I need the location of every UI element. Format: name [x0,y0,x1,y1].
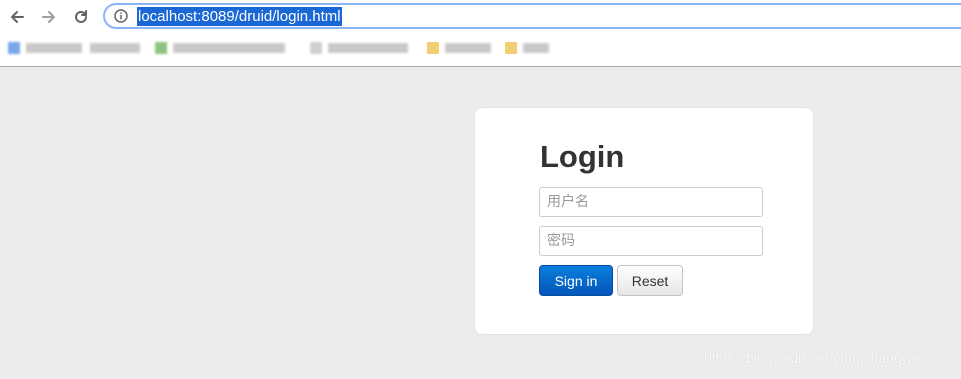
folder-icon [505,42,517,54]
bookmark-item[interactable] [310,41,408,55]
bookmark-folder[interactable] [505,41,549,55]
password-input[interactable] [539,226,763,256]
bookmark-icon [8,42,20,54]
reset-button[interactable]: Reset [617,265,683,296]
bookmark-item[interactable] [90,41,140,55]
back-button[interactable] [6,6,28,28]
bookmark-folder[interactable] [427,41,491,55]
bookmark-item[interactable] [8,41,82,55]
sign-in-button[interactable]: Sign in [539,265,613,296]
address-bar[interactable]: localhost:8089/druid/login.html [103,3,961,29]
bookmarks-bar [0,38,961,60]
login-title: Login [540,139,625,174]
reload-button[interactable] [70,6,92,28]
browser-toolbar: localhost:8089/druid/login.html [0,0,961,67]
bookmark-icon [310,42,322,54]
arrow-right-icon [42,11,55,23]
username-input[interactable] [539,187,763,217]
arrow-left-icon [11,11,24,23]
url-text[interactable]: localhost:8089/druid/login.html [137,6,342,26]
info-icon[interactable] [114,9,128,23]
folder-icon [427,42,439,54]
watermark: https://blog.csdn.net/yangshangwei [704,350,923,366]
bookmark-item[interactable] [155,41,285,55]
login-card: Login Sign in Reset [474,107,814,335]
reload-icon [75,10,87,23]
bookmark-icon [155,42,167,54]
forward-button[interactable] [38,6,60,28]
